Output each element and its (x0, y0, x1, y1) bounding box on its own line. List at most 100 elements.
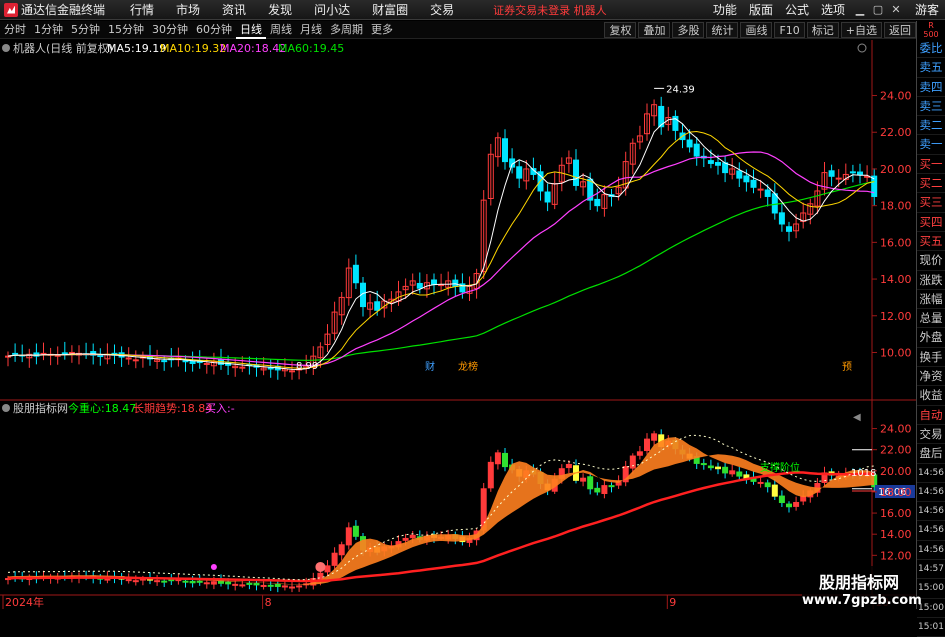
main-candle-body (871, 175, 878, 197)
tool-zixuan[interactable]: +自选 (840, 21, 882, 38)
sidebar-item-2[interactable]: 卖四 (917, 78, 945, 97)
menu-xuanxiang[interactable]: 选项 (821, 1, 845, 18)
signal-dot-icon (210, 563, 217, 570)
sub-candle-body (594, 487, 601, 493)
sidebar-item-13[interactable]: 涨幅 (917, 290, 945, 310)
menu-gongshi[interactable]: 公式 (785, 1, 809, 18)
main-ytick-label: 24.00 (880, 90, 912, 103)
main-candle-body (267, 367, 274, 370)
sidebar-item-4[interactable]: 卖二 (917, 116, 945, 136)
sub-candle-body (132, 580, 139, 583)
marker-yu: 预 (842, 361, 852, 373)
minimize-icon[interactable]: ▁ (851, 2, 869, 18)
main-candle-body (778, 212, 785, 225)
sub-candle-body (324, 565, 331, 573)
tool-huaxian[interactable]: 画线 (740, 21, 773, 38)
menu-wenxiaoda[interactable]: 问小达 (314, 1, 350, 18)
site-watermark: 股朋指标网 www.7gpzb.com (802, 566, 922, 609)
period-daily[interactable]: 日线 (236, 21, 266, 39)
period-5min[interactable]: 5分钟 (67, 21, 104, 39)
watermark-title: 股朋指标网 (818, 573, 899, 592)
sidebar-item-18[interactable]: 收益 (917, 386, 945, 406)
period-monthly[interactable]: 月线 (296, 21, 326, 39)
period-fenshi[interactable]: 分时 (0, 21, 30, 39)
sub-candle-body (636, 451, 643, 456)
main-candle-body (786, 226, 792, 232)
sidebar-item-15[interactable]: 外盘 (917, 328, 945, 348)
sidebar-lower-6: 14:56 (917, 521, 945, 541)
sub-candle-body (345, 527, 352, 546)
main-legend-name: 机器人(日线 前复权) (13, 41, 113, 55)
sub-candle-body (154, 580, 161, 583)
tool-tongji[interactable]: 统计 (706, 21, 739, 38)
tool-duogu[interactable]: 多股 (672, 21, 705, 38)
menu-faxian[interactable]: 发现 (268, 1, 292, 18)
menu-gongneng[interactable]: 功能 (713, 1, 737, 18)
sidebar-item-8[interactable]: 买三 (917, 193, 945, 213)
period-multi[interactable]: 多周期 (326, 21, 367, 39)
main-candle-body (707, 160, 714, 164)
tool-f10[interactable]: F10 (774, 21, 805, 38)
sidebar-item-10[interactable]: 买五 (917, 232, 945, 252)
sidebar-item-14[interactable]: 总量 (917, 309, 945, 329)
sub-candle-body (736, 471, 743, 477)
sidebar-item-12[interactable]: 涨跌 (917, 271, 945, 290)
main-ytick-label: 14.00 (880, 273, 912, 286)
close-icon[interactable]: ✕ (887, 2, 905, 18)
sub-candle-body (281, 585, 288, 588)
sidebar-item-11[interactable]: 现价 (917, 251, 945, 271)
main-candle-body (764, 189, 771, 197)
maximize-icon[interactable]: ▢ (869, 2, 887, 18)
period-more[interactable]: 更多 (367, 21, 397, 39)
sub-candle-body (608, 485, 615, 488)
sidebar-item-0[interactable]: 委比 (917, 39, 945, 59)
sidebar-item-6[interactable]: 买一 (917, 155, 945, 175)
sidebar-item-3[interactable]: 卖三 (917, 97, 945, 117)
pane-collapse-icon[interactable]: ◀ (853, 412, 861, 423)
kline-chart[interactable]: 24.398.99 财龙榜预 16.061018支撑阶位 24.0022.0020… (0, 40, 916, 609)
sidebar-item-9[interactable]: 买四 (917, 213, 945, 232)
main-candle-body (132, 359, 139, 362)
guest-label[interactable]: 游客 (915, 1, 939, 18)
sidebar-item-17[interactable]: 净资 (917, 367, 945, 387)
main-candle-body (12, 352, 19, 355)
period-weekly[interactable]: 周线 (266, 21, 296, 39)
sidebar-item-5[interactable]: 卖一 (917, 135, 945, 155)
menu-caifuquan[interactable]: 财富圈 (372, 1, 408, 18)
sub-candle-body (267, 584, 274, 587)
tool-fuquan[interactable]: 复权 (604, 21, 637, 38)
sidebar-lower-11: 15:01 (917, 618, 945, 637)
sidebar-item-1[interactable]: 卖五 (917, 58, 945, 78)
legend-gear-icon[interactable] (2, 44, 10, 52)
sidebar-item-7[interactable]: 买二 (917, 174, 945, 194)
tool-diejia[interactable]: 叠加 (638, 21, 671, 38)
sub-candle-body (651, 433, 658, 441)
sub-legend-name: 股朋指标网 (13, 401, 68, 415)
changqiqushi-legend: 长期趋势:18.84 (133, 402, 212, 415)
period-30min[interactable]: 30分钟 (148, 21, 192, 39)
tool-biaoji[interactable]: 标记 (806, 21, 839, 38)
sub-ytick-label: 14.00 (880, 528, 912, 541)
main-candle-body (431, 279, 437, 286)
sub-candle-body (729, 470, 736, 475)
chart-background (0, 40, 916, 609)
sub-candle-body (771, 484, 778, 497)
mairu-legend: 买入:- (205, 402, 235, 415)
period-60min[interactable]: 60分钟 (192, 21, 236, 39)
sub-candle-body (565, 463, 572, 469)
sub-candle-body (715, 466, 721, 470)
menu-jiaoyi[interactable]: 交易 (430, 1, 454, 18)
sub-candle-body (587, 476, 594, 490)
main-ytick-label: 16.00 (880, 236, 912, 249)
sidebar-lower-1: 交易 (917, 425, 945, 445)
menu-shichang[interactable]: 市场 (176, 1, 200, 18)
menu-zixun[interactable]: 资讯 (222, 1, 246, 18)
sub-legend-gear-icon[interactable] (2, 404, 10, 412)
sub-ytick-label: 24.00 (880, 423, 912, 436)
period-15min[interactable]: 15分钟 (104, 21, 148, 39)
sidebar-item-16[interactable]: 换手 (917, 348, 945, 368)
tool-fanhui[interactable]: 返回 (884, 21, 916, 38)
period-1min[interactable]: 1分钟 (30, 21, 67, 39)
menu-banmian[interactable]: 版面 (749, 1, 773, 18)
menu-hangqing[interactable]: 行情 (130, 1, 154, 18)
